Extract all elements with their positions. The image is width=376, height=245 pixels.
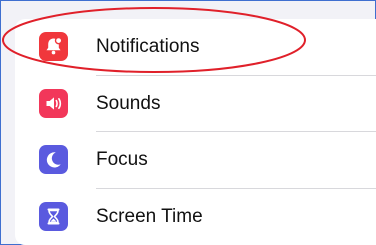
bell-badge-icon (39, 32, 68, 61)
settings-row-sounds[interactable]: Sounds (15, 76, 376, 132)
settings-row-screen-time[interactable]: Screen Time (15, 189, 376, 245)
moon-icon (39, 145, 68, 174)
settings-group: Notifications Sounds Focus Screen Time (15, 19, 376, 245)
settings-row-label: Sounds (96, 92, 161, 114)
settings-row-notifications[interactable]: Notifications (15, 19, 376, 76)
speaker-icon (39, 88, 68, 118)
settings-row-focus[interactable]: Focus (15, 132, 376, 189)
settings-row-label: Focus (96, 149, 148, 171)
settings-row-label: Notifications (96, 36, 200, 58)
settings-window: Notifications Sounds Focus Screen Time (0, 0, 376, 245)
hourglass-icon (39, 201, 68, 231)
settings-row-label: Screen Time (96, 205, 203, 227)
